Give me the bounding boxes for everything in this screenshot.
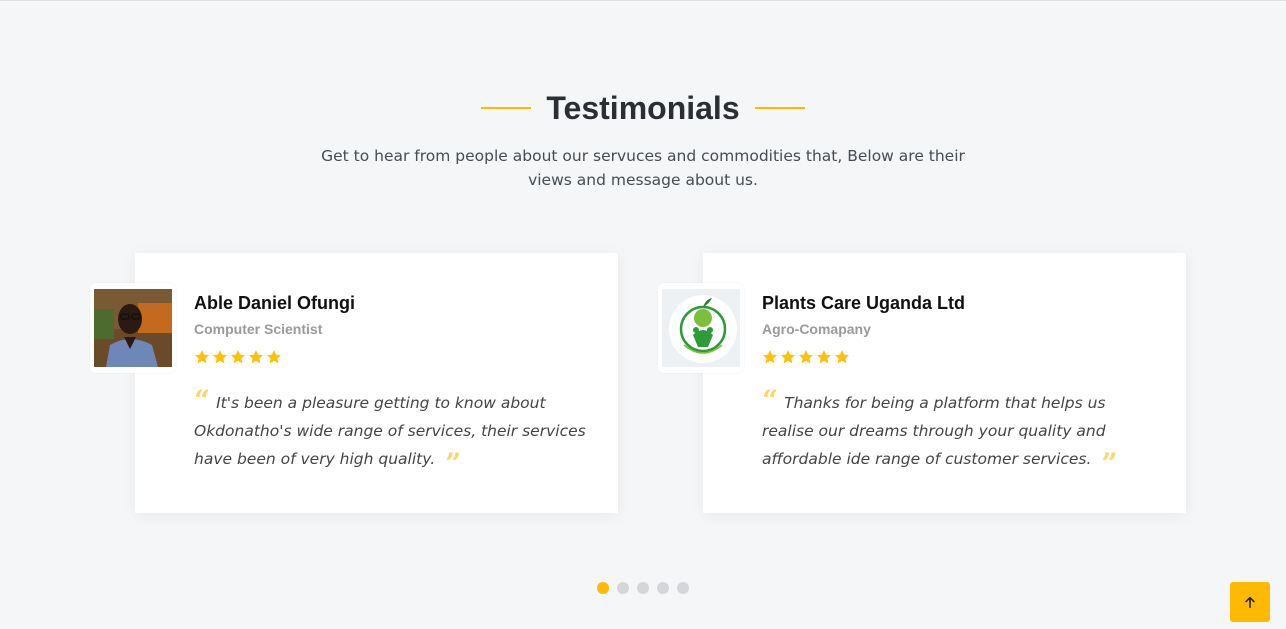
pagination-dot-3[interactable] [637,582,649,594]
star-icon [213,350,227,364]
quote-open-icon: “ [762,384,779,417]
title-left-line [481,107,532,109]
arrow-up-icon [1245,596,1255,609]
back-to-top-button[interactable] [1230,582,1270,622]
title-row: Testimonials [0,89,1286,127]
quote-close-icon: ” [1101,446,1118,480]
pagination-dot-1[interactable] [597,582,609,594]
testimonial-role: Computer Scientist [194,321,323,337]
carousel-pagination [0,582,1286,594]
star-icon [763,350,777,364]
person-photo-icon [94,289,172,367]
star-icon [249,350,263,364]
star-rating [194,349,282,365]
section-subtitle: Get to hear from people about our servuc… [321,147,965,189]
testimonial-quote: “It's been a pleasure getting to know ab… [194,384,589,480]
title-right-line [754,107,805,109]
testimonial-quote: “Thanks for being a platform that helps … [762,384,1157,480]
testimonial-role: Agro-Comapany [762,321,871,337]
star-rating [762,349,850,365]
testimonial-card: Able Daniel Ofungi Computer Scientist “I… [90,253,618,513]
testimonial-card: Plants Care Uganda Ltd Agro-Comapany “Th… [658,253,1186,513]
star-icon [799,350,813,364]
testimonial-name: Able Daniel Ofungi [194,293,356,313]
star-icon [781,350,795,364]
pagination-dot-2[interactable] [617,582,629,594]
star-icon [231,350,245,364]
pagination-dot-5[interactable] [677,582,689,594]
avatar-frame [90,283,176,373]
star-icon [817,350,831,364]
star-icon [195,350,209,364]
quote-open-icon: “ [194,384,211,417]
testimonial-name: Plants Care Uganda Ltd [762,293,966,313]
pagination-dot-4[interactable] [657,582,669,594]
quote-text: It's been a pleasure getting to know abo… [194,394,586,468]
testimonials-header: Testimonials Get to hear from people abo… [0,89,1286,192]
star-icon [835,350,849,364]
plants-care-logo-icon [662,289,740,367]
star-icon [267,350,281,364]
section-title: Testimonials [546,90,740,126]
quote-close-icon: ” [445,446,462,480]
quote-text: Thanks for being a platform that helps u… [762,394,1106,468]
avatar-frame [658,283,744,373]
